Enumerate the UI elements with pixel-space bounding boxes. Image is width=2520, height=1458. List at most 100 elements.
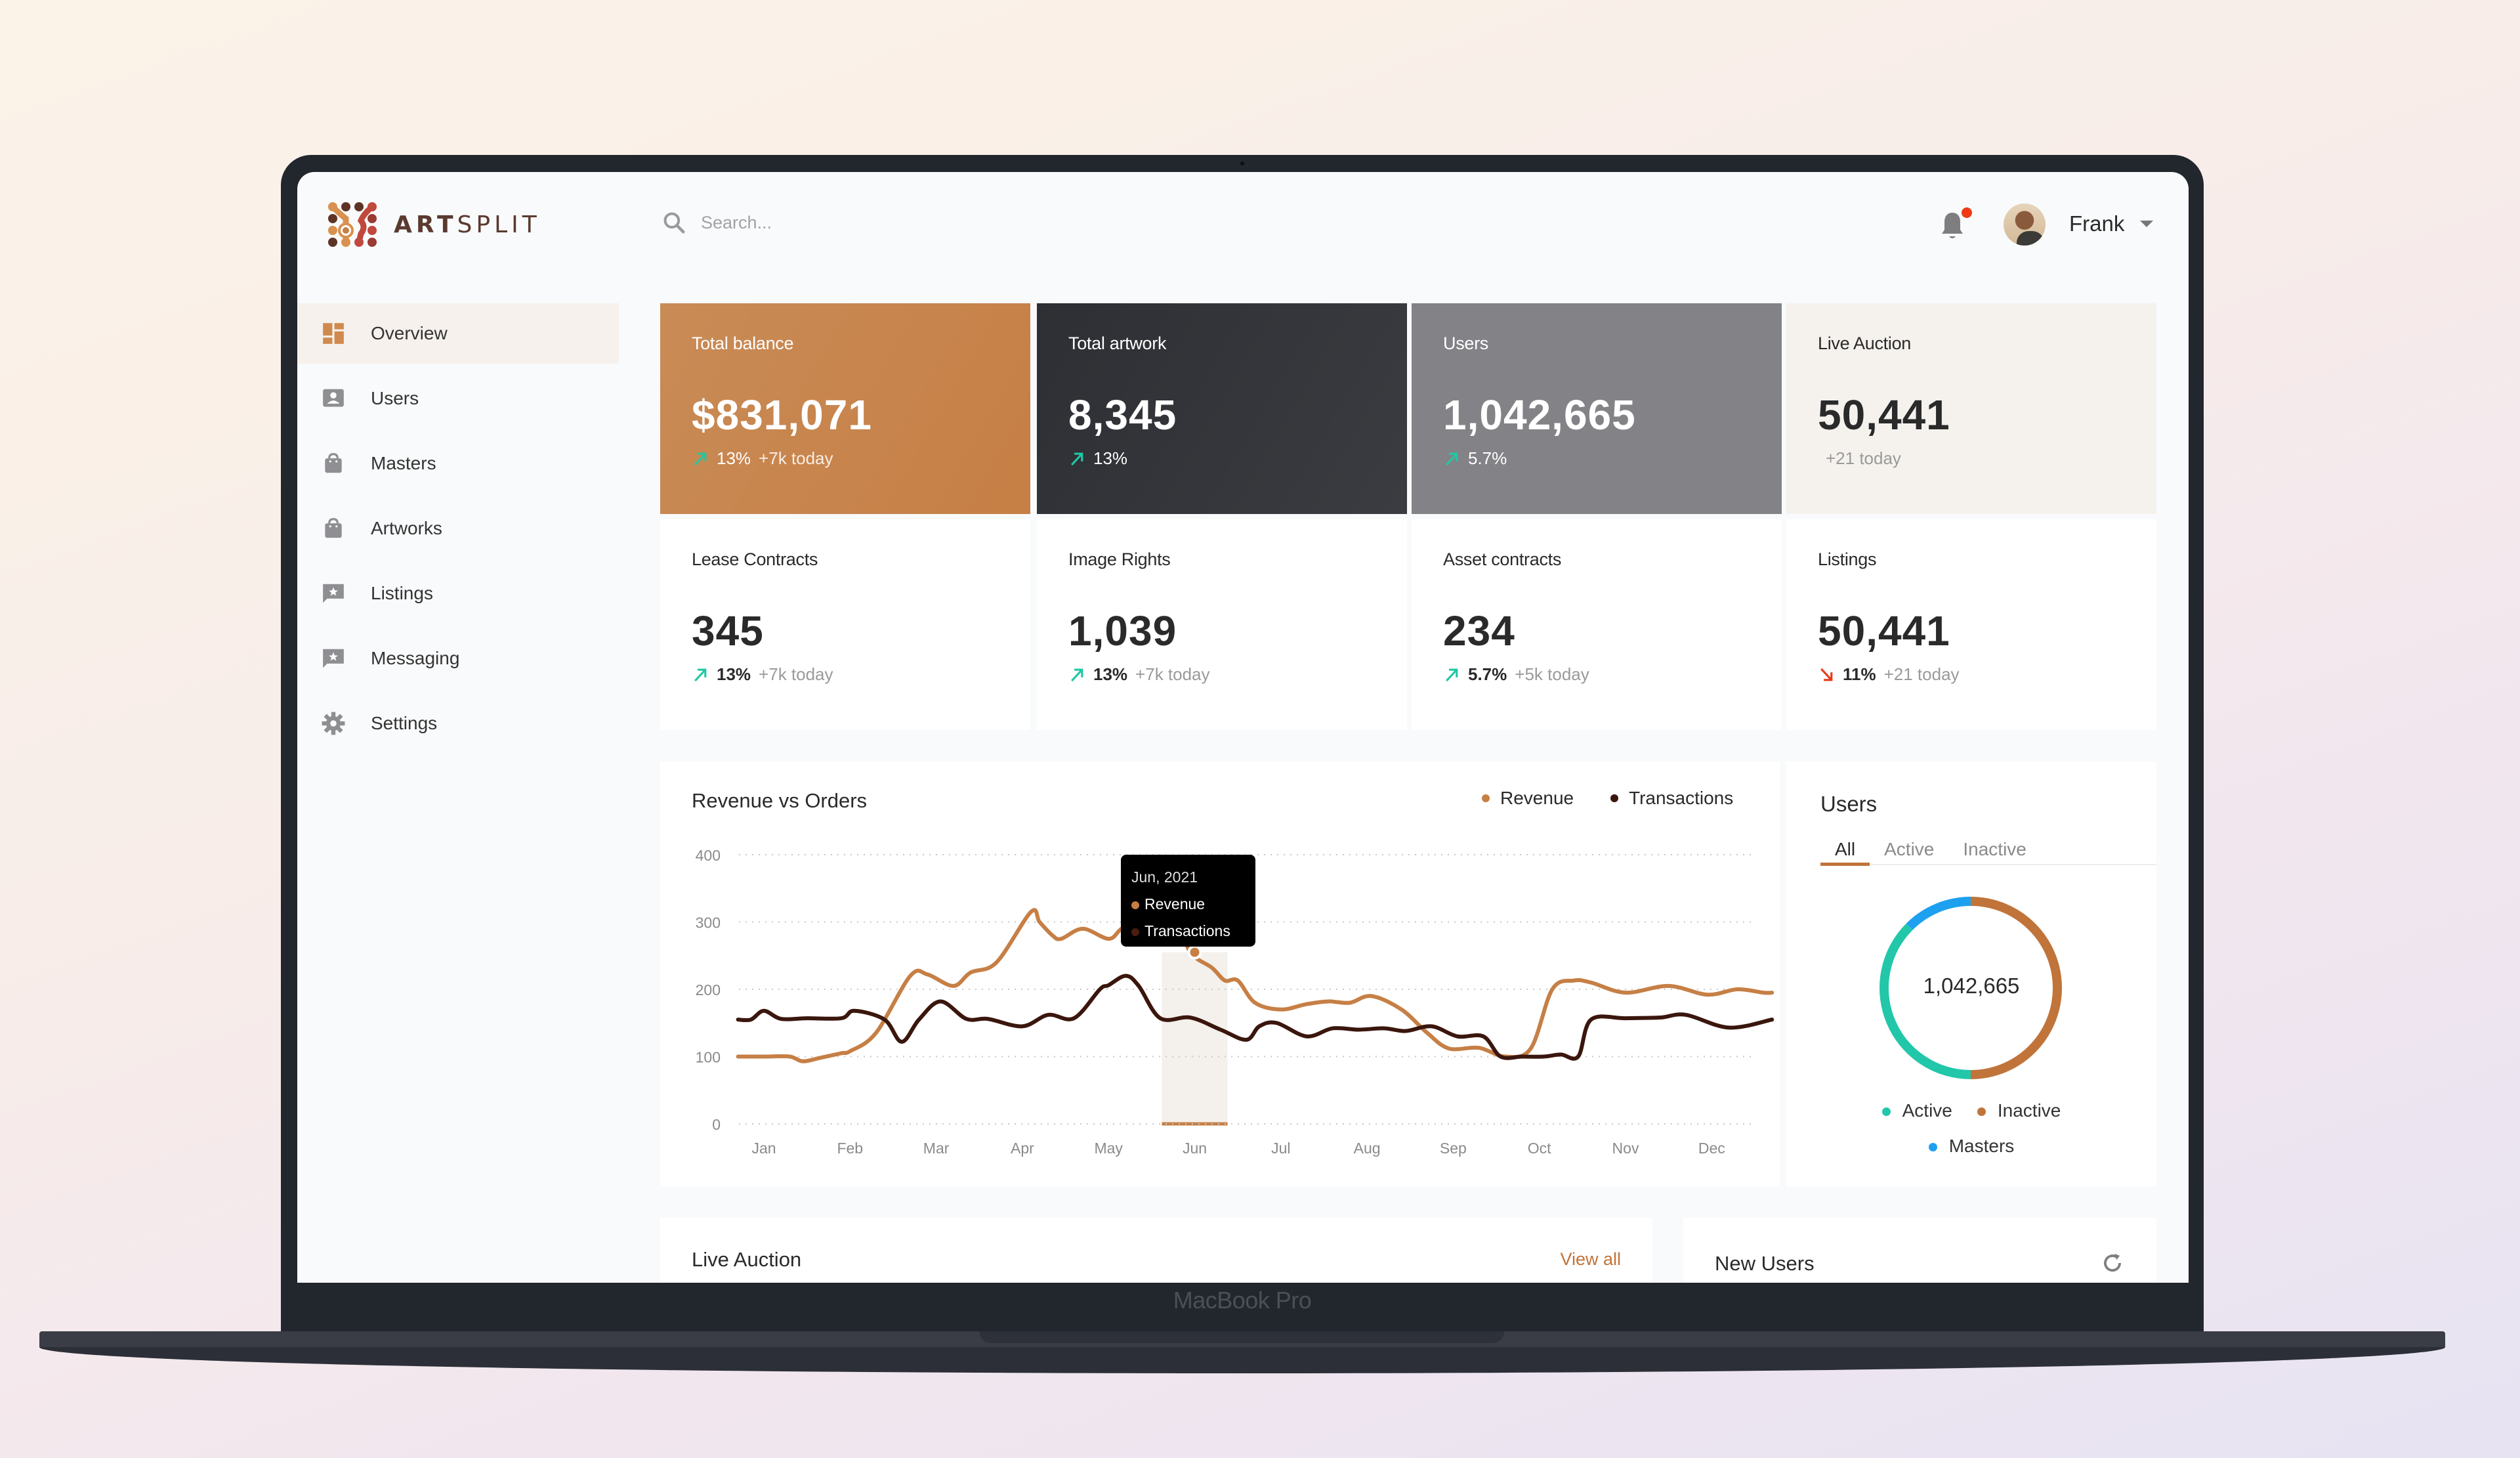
- transactions-line: [736, 974, 1774, 1061]
- brand-name-bold: ART: [394, 211, 457, 238]
- stat-change: 13%: [717, 664, 751, 684]
- y-tick-label: 300: [696, 914, 721, 932]
- y-tick-label: 200: [696, 981, 721, 998]
- notification-badge: [1962, 207, 1972, 218]
- stat-meta: +21 today: [1818, 448, 2125, 469]
- x-tick-label: Apr: [1011, 1140, 1034, 1157]
- star-message-icon: [323, 649, 344, 668]
- stat-value: 50,441: [1818, 391, 1950, 439]
- stat-title: Asset contracts: [1443, 549, 1562, 569]
- stat-meta: 13% +7k today: [1068, 664, 1376, 685]
- user-name[interactable]: Frank: [2069, 211, 2124, 236]
- device-label: MacBook Pro: [1173, 1287, 1312, 1314]
- search-input[interactable]: [701, 212, 963, 233]
- stat-card-live-auction[interactable]: Live Auction 50,441 +21 today: [1786, 303, 2156, 514]
- stat-title: Users: [1443, 333, 1489, 353]
- stat-card-total-artwork[interactable]: Total artwork 8,345 13%: [1037, 303, 1407, 514]
- stat-today: +7k today: [759, 664, 833, 684]
- legend-dot: [1928, 1143, 1937, 1152]
- laptop-base-bottom: [39, 1347, 2445, 1373]
- refresh-icon[interactable]: [2100, 1251, 2125, 1276]
- sidebar-item-label: Messaging: [371, 648, 460, 668]
- stat-card-users[interactable]: Users 1,042,665 5.7%: [1412, 303, 1782, 514]
- trend-up-icon: [1071, 452, 1083, 465]
- tab-inactive[interactable]: Inactive: [1948, 839, 2041, 864]
- donut-segment-masters[interactable]: [1906, 897, 1971, 930]
- artsplit-logo-icon: [328, 202, 377, 247]
- stat-card-asset-contracts[interactable]: Asset contracts 234 5.7% +5k today: [1412, 519, 1782, 730]
- sidebar-item-settings[interactable]: Settings: [297, 693, 619, 754]
- legend-inactive[interactable]: Inactive: [1977, 1100, 2061, 1121]
- stat-value: 234: [1443, 607, 1515, 654]
- stat-title: Lease Contracts: [692, 549, 818, 569]
- x-tick-label: May: [1094, 1140, 1123, 1157]
- stat-title: Total artwork: [1068, 333, 1167, 353]
- trend-up-icon: [1446, 668, 1458, 681]
- tooltip-transactions: Transactions: [1131, 918, 1245, 945]
- live-auction-panel: Live Auction View all: [660, 1218, 1652, 1283]
- stat-today: +7k today: [759, 448, 833, 468]
- laptop-lid: ARTSPLIT Frank Overview Users: [281, 155, 2204, 1337]
- user-avatar[interactable]: [2004, 204, 2046, 246]
- legend-dot: [1977, 1107, 1986, 1117]
- stat-meta: 13% +7k today: [692, 448, 999, 469]
- sidebar-item-label: Settings: [371, 713, 438, 733]
- legend-label: Active: [1902, 1100, 1952, 1121]
- donut-segment-active[interactable]: [1880, 923, 1971, 1079]
- tooltip-revenue: Revenue: [1131, 891, 1245, 918]
- users-panel: Users All Active Inactive 1,042,665 Acti…: [1786, 761, 2156, 1187]
- revenue-chart-panel: Revenue vs Orders Revenue Transactions 0…: [660, 761, 1780, 1187]
- search-bar[interactable]: [662, 210, 963, 235]
- line-chart[interactable]: 0 100 200 300 400 Jan Feb Mar Apr May Jun Jul Aug Sep…: [660, 761, 1780, 1187]
- sidebar-item-label: Users: [371, 388, 419, 408]
- stat-title: Total balance: [692, 333, 794, 353]
- stat-title: Image Rights: [1068, 549, 1171, 569]
- tab-all[interactable]: All: [1820, 839, 1870, 866]
- x-tick-label: Jul: [1271, 1140, 1290, 1157]
- tab-active[interactable]: Active: [1870, 839, 1948, 864]
- chevron-down-icon[interactable]: [2140, 221, 2153, 227]
- trend-up-icon: [694, 452, 707, 465]
- stat-change: 13%: [1093, 448, 1128, 468]
- legend-active[interactable]: Active: [1881, 1100, 1952, 1121]
- brand-name: ARTSPLIT: [394, 211, 541, 238]
- stat-value: 345: [692, 607, 764, 654]
- x-tick-label: Oct: [1528, 1140, 1551, 1157]
- trend-up-icon: [1446, 452, 1458, 465]
- stat-card-lease-contracts[interactable]: Lease Contracts 345 13% +7k today: [660, 519, 1030, 730]
- x-tick-label: Nov: [1612, 1140, 1639, 1157]
- sidebar-item-artworks[interactable]: Artworks: [297, 498, 619, 559]
- sidebar-item-label: Masters: [371, 453, 436, 473]
- x-tick-label: Mar: [923, 1140, 950, 1157]
- stat-meta: 13%: [1068, 448, 1376, 469]
- sidebar-item-messaging[interactable]: Messaging: [297, 628, 619, 689]
- x-tick-label: Feb: [837, 1140, 863, 1157]
- stat-title: Listings: [1818, 549, 1877, 569]
- chart-tooltip: Jun, 2021 Revenue Transactions: [1121, 855, 1255, 947]
- stat-meta: 5.7%: [1443, 448, 1750, 469]
- legend-dot: [1881, 1107, 1891, 1117]
- stat-change: 13%: [717, 448, 751, 468]
- sidebar-item-listings[interactable]: Listings: [297, 563, 619, 624]
- sidebar-item-label: Overview: [371, 323, 448, 343]
- stat-value: 1,039: [1068, 607, 1177, 654]
- laptop-notch: [979, 1331, 1504, 1343]
- view-all-link[interactable]: View all: [1560, 1249, 1621, 1270]
- highlight-band: [1162, 952, 1228, 1124]
- trend-up-icon: [1071, 668, 1083, 681]
- legend-masters[interactable]: Masters: [1928, 1136, 2014, 1157]
- tooltip-dot: [1131, 901, 1139, 909]
- stat-card-image-rights[interactable]: Image Rights 1,039 13% +7k today: [1037, 519, 1407, 730]
- sidebar-item-users[interactable]: Users: [297, 368, 619, 429]
- stat-change: 11%: [1843, 664, 1876, 684]
- brand-logo[interactable]: ARTSPLIT: [327, 201, 541, 248]
- sidebar-item-label: Listings: [371, 583, 433, 603]
- stat-value: 50,441: [1818, 607, 1950, 654]
- stat-card-listings[interactable]: Listings 50,441 11% +21 today: [1786, 519, 2156, 730]
- sidebar-item-masters[interactable]: Masters: [297, 433, 619, 494]
- stat-value: $831,071: [692, 391, 872, 439]
- users-total: 1,042,665: [1923, 974, 2020, 998]
- stat-card-total-balance[interactable]: Total balance $831,071 13% +7k today: [660, 303, 1030, 514]
- sidebar-item-overview[interactable]: Overview: [297, 303, 619, 364]
- trend-up-icon: [694, 668, 707, 681]
